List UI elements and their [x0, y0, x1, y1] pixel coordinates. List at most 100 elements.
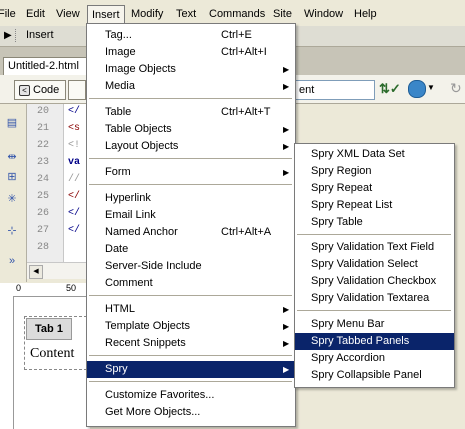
- spry-collapsible-panel[interactable]: Spry Collapsible Panel: [295, 367, 454, 384]
- code-line: //: [68, 174, 81, 185]
- menu-edit[interactable]: Edit: [22, 6, 49, 22]
- code-view-button[interactable]: < Code: [14, 80, 67, 100]
- line-number: 22: [36, 140, 49, 151]
- menu-item-spry[interactable]: Spry ▶: [87, 361, 295, 378]
- menu-site[interactable]: Site: [269, 6, 296, 22]
- submenu-arrow-icon: ▶: [283, 305, 290, 314]
- tab-1[interactable]: Tab 1: [26, 318, 72, 340]
- title-field[interactable]: ent: [295, 80, 375, 100]
- code-line: <!: [68, 140, 81, 151]
- menu-separator: [89, 98, 292, 99]
- menu-separator: [89, 355, 292, 356]
- menu-item-image[interactable]: Image Ctrl+Alt+I: [87, 44, 295, 61]
- menu-item-table-objects[interactable]: Table Objects ▶: [87, 121, 295, 138]
- spry-table[interactable]: Spry Table: [295, 214, 454, 231]
- spry-repeat[interactable]: Spry Repeat: [295, 180, 454, 197]
- menu-item-table[interactable]: Table Ctrl+Alt+T: [87, 104, 295, 121]
- menu-separator: [89, 381, 292, 382]
- line-number: 25: [36, 191, 49, 202]
- insert-bar-label[interactable]: Insert: [26, 29, 54, 41]
- submenu-arrow-icon: ▶: [283, 365, 290, 374]
- menu-item-comment[interactable]: Comment: [87, 275, 295, 292]
- chevron-down-icon[interactable]: ▼: [427, 83, 435, 92]
- more-tools-icon[interactable]: »: [5, 254, 19, 268]
- menu-item-media[interactable]: Media ▶: [87, 78, 295, 95]
- menu-window[interactable]: Window: [300, 6, 347, 22]
- code-line: <s: [68, 123, 81, 134]
- menu-item-image-objects[interactable]: Image Objects ▶: [87, 61, 295, 78]
- line-number: 23: [36, 157, 49, 168]
- spry-region[interactable]: Spry Region: [295, 163, 454, 180]
- horizontal-scrollbar[interactable]: ◀: [27, 262, 87, 279]
- menu-text[interactable]: Text: [172, 6, 200, 22]
- collapse-selection-icon[interactable]: ⊞: [5, 170, 19, 184]
- line-number-gutter: 20 21 22 23 24 25 26 27 28: [27, 104, 64, 262]
- code-line: </: [68, 106, 81, 117]
- code-view-label: Code: [33, 84, 60, 96]
- spry-accordion[interactable]: Spry Accordion: [295, 350, 454, 367]
- spry-validation-checkbox[interactable]: Spry Validation Checkbox: [295, 273, 454, 290]
- vertical-ruler: [0, 296, 14, 429]
- menu-item-date[interactable]: Date: [87, 241, 295, 258]
- line-number: 20: [36, 106, 49, 117]
- submenu-arrow-icon: ▶: [283, 65, 290, 74]
- menu-item-named-anchor[interactable]: Named Anchor Ctrl+Alt+A: [87, 224, 295, 241]
- menu-item-html[interactable]: HTML ▶: [87, 301, 295, 318]
- menu-item-form[interactable]: Form ▶: [87, 164, 295, 181]
- spry-validation-select[interactable]: Spry Validation Select: [295, 256, 454, 273]
- line-number: 26: [36, 208, 49, 219]
- submenu-arrow-icon: ▶: [283, 142, 290, 151]
- spry-repeat-list[interactable]: Spry Repeat List: [295, 197, 454, 214]
- panel-content: Content: [30, 346, 75, 361]
- spry-xml-data-set[interactable]: Spry XML Data Set: [295, 146, 454, 163]
- menu-item-customize-favorites[interactable]: Customize Favorites...: [87, 387, 295, 404]
- browser-preview-icon[interactable]: [408, 80, 426, 98]
- open-documents-icon[interactable]: ▤: [5, 116, 19, 130]
- submenu-arrow-icon: ▶: [283, 339, 290, 348]
- split-view-icon[interactable]: [68, 80, 86, 100]
- spry-menu-bar[interactable]: Spry Menu Bar: [295, 316, 454, 333]
- menu-item-email-link[interactable]: Email Link: [87, 207, 295, 224]
- menu-separator: [89, 184, 292, 185]
- refresh-icon[interactable]: ↻: [450, 80, 464, 98]
- ruler-label: 0: [16, 283, 22, 293]
- code-line: </: [68, 191, 81, 202]
- menu-item-template-objects[interactable]: Template Objects ▶: [87, 318, 295, 335]
- menu-item-get-more-objects[interactable]: Get More Objects...: [87, 404, 295, 421]
- menu-item-server-side-include[interactable]: Server-Side Include: [87, 258, 295, 275]
- validate-icon[interactable]: ⇅✓: [379, 81, 401, 97]
- menu-commands[interactable]: Commands: [205, 6, 269, 22]
- menu-separator: [297, 234, 451, 235]
- ruler-label: 50: [66, 283, 77, 293]
- submenu-arrow-icon: ▶: [283, 322, 290, 331]
- menu-item-hyperlink[interactable]: Hyperlink: [87, 190, 295, 207]
- coding-toolbar: ▤ ⇹ ⊞ ✳ ⊹ »: [0, 104, 27, 282]
- menu-modify[interactable]: Modify: [127, 6, 167, 22]
- menu-file[interactable]: File: [0, 6, 20, 22]
- code-line: </: [68, 208, 81, 219]
- spry-validation-textarea[interactable]: Spry Validation Textarea: [295, 290, 454, 307]
- select-parent-tag-icon[interactable]: ⊹: [5, 224, 19, 238]
- line-number: 21: [36, 123, 49, 134]
- expand-triangle-icon[interactable]: ▶: [4, 30, 12, 41]
- code-view-icon: <: [19, 85, 30, 96]
- menu-help[interactable]: Help: [350, 6, 381, 22]
- line-number: 27: [36, 225, 49, 236]
- submenu-arrow-icon: ▶: [283, 168, 290, 177]
- menu-separator: [297, 310, 451, 311]
- menu-item-recent-snippets[interactable]: Recent Snippets ▶: [87, 335, 295, 352]
- submenu-arrow-icon: ▶: [283, 82, 290, 91]
- spry-validation-text-field[interactable]: Spry Validation Text Field: [295, 239, 454, 256]
- menu-insert[interactable]: Insert: [87, 5, 125, 24]
- code-line: va: [68, 157, 81, 168]
- scroll-left-icon[interactable]: ◀: [29, 265, 43, 279]
- menu-view[interactable]: View: [52, 6, 84, 22]
- menu-item-tag[interactable]: Tag... Ctrl+E: [87, 27, 295, 44]
- expand-all-icon[interactable]: ✳: [5, 192, 19, 206]
- menu-item-layout-objects[interactable]: Layout Objects ▶: [87, 138, 295, 155]
- document-tab[interactable]: Untitled-2.html: [3, 57, 89, 75]
- horizontal-ruler: 0 50: [0, 283, 90, 297]
- spry-tabbed-panels[interactable]: Spry Tabbed Panels: [295, 333, 454, 350]
- panel-grip-icon[interactable]: [15, 29, 18, 42]
- collapse-tag-icon[interactable]: ⇹: [5, 150, 19, 164]
